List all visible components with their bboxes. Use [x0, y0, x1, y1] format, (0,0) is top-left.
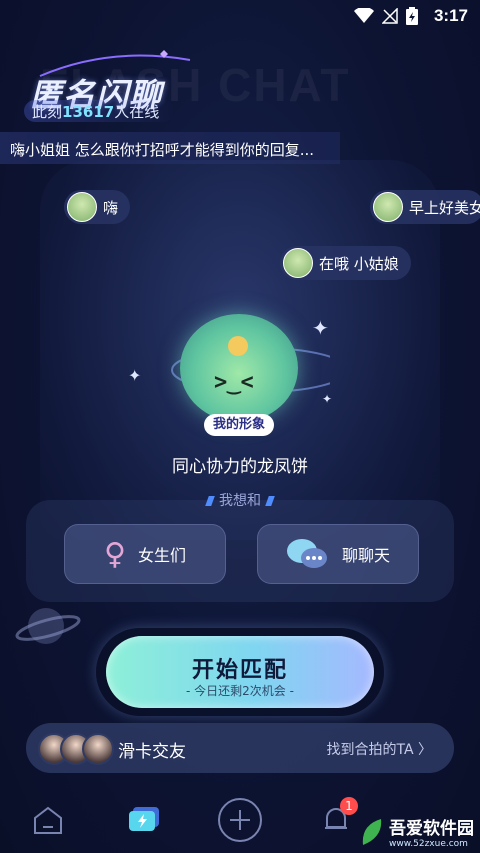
start-match-label: 开始匹配 — [191, 658, 288, 683]
swipe-card-row[interactable]: 滑卡交友 找到合拍的TA 〉 — [26, 723, 454, 773]
chat-bubble[interactable]: 早上好美女 — [370, 190, 480, 224]
title-accent-icon — [265, 496, 275, 506]
tab-chat[interactable] — [118, 794, 170, 846]
avatar-face: >‿< — [214, 370, 254, 395]
leaf-logo-icon — [362, 818, 382, 845]
mode-option-button[interactable]: 聊聊天 — [257, 524, 419, 584]
watermark-text: 吾爱软件园 — [389, 819, 474, 839]
preference-title: 我想和 — [0, 490, 480, 510]
plus-circle-icon — [218, 798, 262, 842]
bubble-avatar — [373, 192, 403, 222]
sparkle-icon: ✦ — [128, 366, 142, 385]
notification-badge: 1 — [340, 797, 358, 815]
chat-bubble[interactable]: 嗨 — [64, 190, 131, 224]
bubble-avatar — [67, 192, 97, 222]
battery-icon — [406, 7, 418, 25]
bubble-text: 早上好美女 — [409, 198, 480, 217]
mode-option-label: 聊聊天 — [341, 546, 390, 565]
tab-home[interactable] — [22, 794, 74, 846]
swipe-card-link[interactable]: 找到合拍的TA 〉 — [327, 739, 433, 759]
swipe-card-link-text: 找到合拍的TA — [326, 742, 414, 758]
preference-title-text: 我想和 — [219, 493, 261, 509]
chat-bubble[interactable]: 在哦 小姑娘 — [280, 246, 411, 280]
avatar — [82, 733, 114, 765]
home-icon — [34, 806, 62, 834]
no-signal-icon — [382, 8, 398, 24]
avatar-name: 同心协力的龙凤饼 — [172, 457, 308, 477]
chat-bubbles-icon — [286, 539, 327, 568]
tab-create[interactable] — [214, 794, 266, 846]
online-count: 此刻13617人在线 — [32, 101, 159, 122]
chevron-right-icon: 〉 — [418, 742, 432, 758]
title-accent-icon — [205, 496, 215, 506]
my-avatar[interactable]: >‿< — [180, 314, 298, 422]
wifi-icon — [354, 8, 374, 23]
planet-icon — [15, 608, 81, 644]
watermark: 吾爱软件园 www.52zxue.com — [359, 814, 474, 849]
swipe-card-title: 滑卡交友 — [118, 742, 186, 762]
gender-option-label: 女生们 — [137, 546, 186, 565]
gender-option-button[interactable]: ♀ 女生们 — [64, 524, 226, 584]
online-suffix: 人在线 — [114, 103, 160, 121]
status-bar: 3:17 — [0, 0, 480, 34]
online-number: 13617 — [62, 103, 115, 121]
venus-icon: ♀ — [104, 536, 126, 572]
flower-icon — [228, 336, 248, 356]
ticker-text: 嗨小姐姐 怎么跟你打招呼才能得到你的回复... — [10, 141, 315, 159]
watermark-url: www.52zxue.com — [389, 839, 468, 849]
status-time: 3:17 — [433, 6, 468, 25]
remaining-chances: - 今日还剩2次机会 - — [186, 684, 294, 698]
online-prefix: 此刻 — [32, 103, 63, 121]
my-avatar-tag[interactable]: 我的形象 — [204, 414, 274, 436]
bubble-text: 嗨 — [103, 198, 119, 217]
chat-lightning-icon — [129, 807, 159, 831]
bubble-text: 在哦 小姑娘 — [319, 254, 399, 273]
start-match-button[interactable]: 开始匹配 - 今日还剩2次机会 - — [106, 636, 374, 708]
bubble-avatar — [283, 248, 313, 278]
status-icons — [354, 7, 418, 25]
